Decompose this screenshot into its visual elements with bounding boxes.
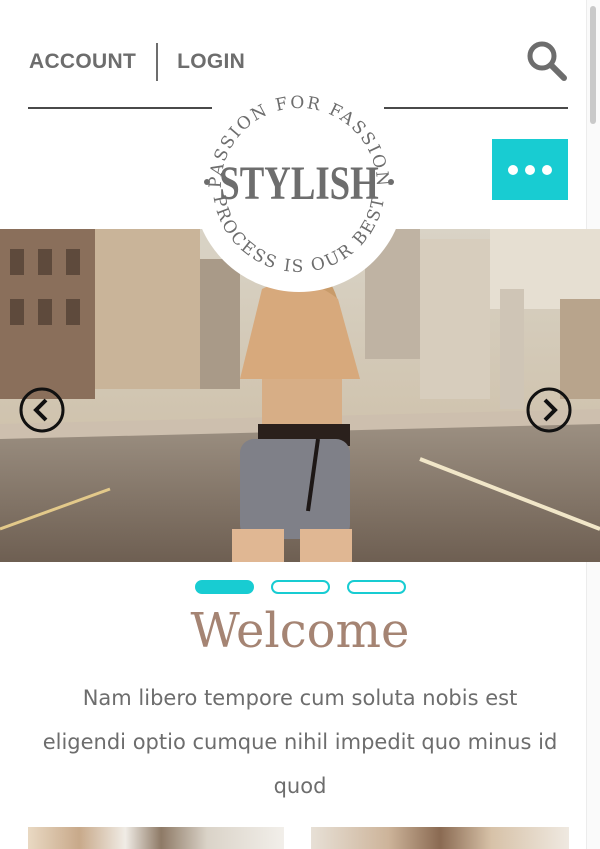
welcome-heading: Welcome <box>190 603 410 659</box>
product-thumbnail[interactable] <box>28 827 284 849</box>
site-logo[interactable]: PASSION FOR FASSION PROCESS IS OUR BEST … <box>191 78 407 294</box>
slider-next-button[interactable] <box>526 387 572 433</box>
account-link[interactable]: ACCOUNT <box>29 50 136 74</box>
header-rule-left <box>28 107 212 109</box>
search-icon <box>527 41 567 81</box>
ellipsis-icon <box>525 164 535 175</box>
product-thumbnail[interactable] <box>311 827 569 849</box>
slide-indicator-2[interactable] <box>270 580 330 594</box>
ellipsis-icon <box>508 164 518 175</box>
header-rule-right <box>384 107 568 109</box>
chevron-right-icon <box>526 387 572 433</box>
slider-pagination <box>0 580 600 594</box>
account-nav: ACCOUNT LOGIN <box>29 43 245 81</box>
welcome-text: Nam libero tempore cum soluta nobis est … <box>42 686 558 798</box>
login-link[interactable]: LOGIN <box>177 50 245 74</box>
logo-dot <box>388 179 394 185</box>
nav-divider <box>156 43 159 81</box>
menu-button[interactable] <box>492 139 568 200</box>
search-button[interactable] <box>521 36 571 86</box>
scrollbar-thumb[interactable] <box>590 6 596 124</box>
ellipsis-icon <box>542 164 552 175</box>
logo-dot <box>204 179 210 185</box>
slider-prev-button[interactable] <box>19 387 65 433</box>
logo-badge: PASSION FOR FASSION PROCESS IS OUR BEST … <box>193 80 405 292</box>
chevron-left-icon <box>19 387 65 433</box>
slide-indicator-3[interactable] <box>346 580 406 594</box>
slide-indicator-1[interactable] <box>194 580 254 594</box>
logo-wordmark: STYLISH <box>219 158 378 211</box>
